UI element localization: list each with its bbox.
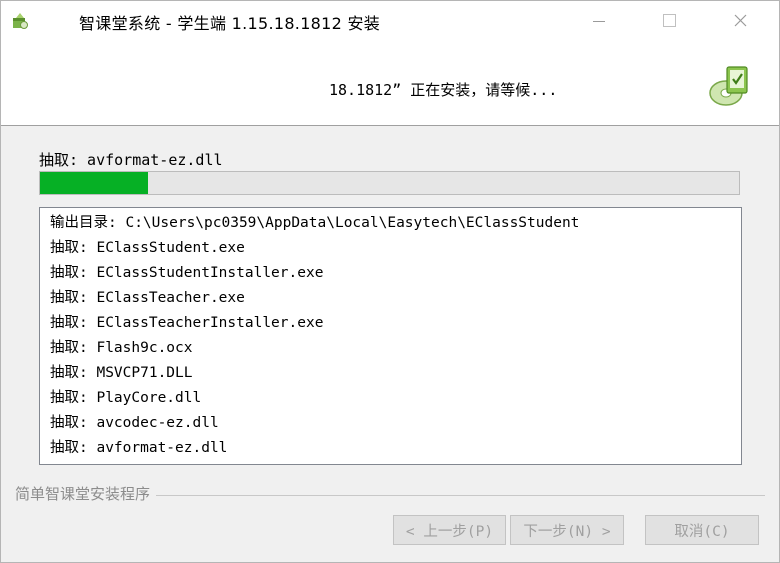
log-line: 抽取: EClassStudent.exe bbox=[50, 240, 245, 256]
close-icon bbox=[734, 14, 747, 27]
back-button[interactable]: < 上一步(P) bbox=[393, 515, 506, 545]
log-line: 抽取: EClassTeacher.exe bbox=[50, 290, 245, 306]
header-band: 18.1812” 正在安装，请等候... bbox=[1, 41, 779, 126]
install-log-list[interactable]: 输出目录: C:\Users\pc0359\AppData\Local\Easy… bbox=[39, 207, 742, 465]
maximize-button[interactable] bbox=[645, 1, 693, 41]
installer-icon bbox=[13, 13, 28, 29]
log-line: 抽取: EClassTeacherInstaller.exe bbox=[50, 315, 324, 331]
log-line: 抽取: EClassStudentInstaller.exe bbox=[50, 265, 324, 281]
log-line: 抽取: MSVCP71.DLL bbox=[50, 365, 193, 381]
log-line: 抽取: PlayCore.dll bbox=[50, 390, 202, 406]
current-extract-label: 抽取: avformat-ez.dll bbox=[39, 151, 223, 169]
install-logo-icon bbox=[709, 66, 748, 106]
log-line: 抽取: avcodec-ez.dll bbox=[50, 415, 219, 431]
log-line: 抽取: avformat-ez.dll bbox=[50, 440, 228, 456]
title-bar: 智课堂系统 - 学生端 1.15.18.1812 安装 bbox=[1, 1, 779, 41]
minimize-icon bbox=[593, 21, 605, 22]
close-button[interactable] bbox=[717, 1, 765, 41]
progress-fill bbox=[40, 172, 149, 194]
log-line: 输出目录: C:\Users\pc0359\AppData\Local\Easy… bbox=[50, 215, 580, 231]
cancel-button[interactable]: 取消(C) bbox=[645, 515, 759, 545]
next-button[interactable]: 下一步(N) > bbox=[510, 515, 624, 545]
minimize-button[interactable] bbox=[575, 1, 623, 41]
installer-window: 智课堂系统 - 学生端 1.15.18.1812 安装 18.1812” 正在安… bbox=[0, 0, 780, 563]
install-status-text: 18.1812” 正在安装，请等候... bbox=[329, 81, 558, 99]
window-title: 智课堂系统 - 学生端 1.15.18.1812 安装 bbox=[79, 14, 381, 33]
install-progress-bar bbox=[39, 171, 740, 195]
log-line: 抽取: Flash9c.ocx bbox=[50, 340, 193, 356]
log-lines: 输出目录: C:\Users\pc0359\AppData\Local\Easy… bbox=[40, 208, 741, 461]
brand-label: 简单智课堂安装程序 bbox=[15, 483, 157, 504]
maximize-icon bbox=[663, 14, 676, 27]
